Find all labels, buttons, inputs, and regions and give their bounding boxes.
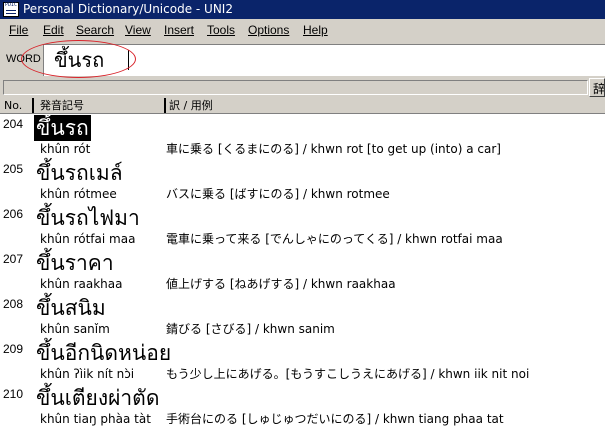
list-item[interactable]: 205 ขึ้นรถเมล์ khûn rótmee バスに乗る [ばすにのる]… xyxy=(0,159,605,204)
entry-word: ขึ้นรถไฟมา xyxy=(36,206,140,230)
entry-pronunciation: khûn sanǐm xyxy=(40,322,110,336)
app-icon[interactable]: PDIC xyxy=(3,2,19,17)
menu-edit[interactable]: Edit xyxy=(43,23,64,37)
entry-number: 209 xyxy=(3,342,24,356)
word-input-value: ขึ้นรถ xyxy=(54,48,105,72)
entry-number: 206 xyxy=(3,207,24,221)
entry-number: 205 xyxy=(3,162,24,176)
dictionary-button[interactable]: 辞 xyxy=(589,78,605,97)
entry-number: 210 xyxy=(3,387,24,401)
dictionary-button-label: 辞 xyxy=(593,82,605,96)
title-bar: PDIC Personal Dictionary/Unicode - UNI2 xyxy=(0,0,605,19)
menu-help[interactable]: Help xyxy=(303,23,328,37)
menu-options[interactable]: Options xyxy=(248,23,289,37)
list-item[interactable]: 210 ขึ้นเตียงผ่าตัด khûn tiaŋ phàa tàt 手… xyxy=(0,384,605,429)
window-title: Personal Dictionary/Unicode - UNI2 xyxy=(23,2,233,16)
entry-word: ขึ้นรถ xyxy=(34,115,91,141)
entry-translation: 電車に乗って来る [でんしゃにのってくる] / khwn rotfai maa xyxy=(166,232,503,246)
word-label: WORD xyxy=(6,53,41,65)
menu-file[interactable]: File xyxy=(9,23,28,37)
column-trans[interactable]: 訳 / 用例 xyxy=(169,99,213,112)
entry-list[interactable]: 204 ขึ้นรถ khûn rót 車に乗る [くるまにのる] / khwn… xyxy=(0,114,605,432)
entry-pronunciation: khûn rótfai maa xyxy=(40,232,136,246)
menu-bar: File Edit Search View Insert Tools Optio… xyxy=(0,19,605,41)
entry-translation: 手術台にのる [しゅじゅつだいにのる] / khwn tiang phaa ta… xyxy=(166,412,504,426)
word-input[interactable]: ขึ้นรถ xyxy=(43,44,605,76)
entry-word: ขึ้นสนิม xyxy=(36,296,106,320)
list-item[interactable]: 206 ขึ้นรถไฟมา khûn rótfai maa 電車に乗って来る … xyxy=(0,204,605,249)
list-item[interactable]: 209 ขึ้นอีกนิดหน่อย khûn ʔìik nít nɔ̀i も… xyxy=(0,339,605,384)
entry-word: ขึ้นราคา xyxy=(36,251,114,275)
column-header: No. 発音記号 訳 / 用例 xyxy=(0,98,605,114)
entry-translation: 錆びる [さびる] / khwn sanim xyxy=(166,322,335,336)
text-caret xyxy=(128,50,129,70)
entry-pronunciation: khûn rót xyxy=(40,142,91,156)
entry-pronunciation: khûn rótmee xyxy=(40,187,117,201)
column-divider[interactable] xyxy=(164,98,166,113)
menu-insert[interactable]: Insert xyxy=(164,23,194,37)
entry-number: 204 xyxy=(3,117,24,131)
list-item[interactable]: 207 ขึ้นราคา khûn raakhaa 値上げする [ねあげする] … xyxy=(0,249,605,294)
menu-tools[interactable]: Tools xyxy=(207,23,235,37)
entry-number: 207 xyxy=(3,252,24,266)
entry-pronunciation: khûn tiaŋ phàa tàt xyxy=(40,412,151,426)
list-item[interactable]: 204 ขึ้นรถ khûn rót 車に乗る [くるまにのる] / khwn… xyxy=(0,114,605,159)
app-icon-text: PDIC xyxy=(5,2,18,8)
entry-number: 208 xyxy=(3,297,24,311)
column-pron[interactable]: 発音記号 xyxy=(40,99,84,112)
menu-search[interactable]: Search xyxy=(76,23,114,37)
entry-translation: 値上げする [ねあげする] / khwn raakhaa xyxy=(166,277,396,291)
column-no[interactable]: No. xyxy=(4,99,22,112)
column-divider[interactable] xyxy=(32,98,34,113)
entry-word: ขึ้นอีกนิดหน่อย xyxy=(36,341,172,365)
entry-pronunciation: khûn ʔìik nít nɔ̀i xyxy=(40,367,135,381)
entry-translation: バスに乗る [ばすにのる] / khwn rotmee xyxy=(166,187,390,201)
entry-pronunciation: khûn raakhaa xyxy=(40,277,123,291)
entry-word: ขึ้นรถเมล์ xyxy=(36,161,123,185)
menu-view[interactable]: View xyxy=(125,23,151,37)
entry-translation: 車に乗る [くるまにのる] / khwn rot [to get up (int… xyxy=(166,142,501,156)
list-item[interactable]: 208 ขึ้นสนิม khûn sanǐm 錆びる [さびる] / khwn… xyxy=(0,294,605,339)
status-field xyxy=(3,80,588,95)
entry-word: ขึ้นเตียงผ่าตัด xyxy=(36,386,160,410)
entry-translation: もう少し上にあげる。[もうすこしうえにあげる] / khwn iik nit n… xyxy=(166,367,530,381)
